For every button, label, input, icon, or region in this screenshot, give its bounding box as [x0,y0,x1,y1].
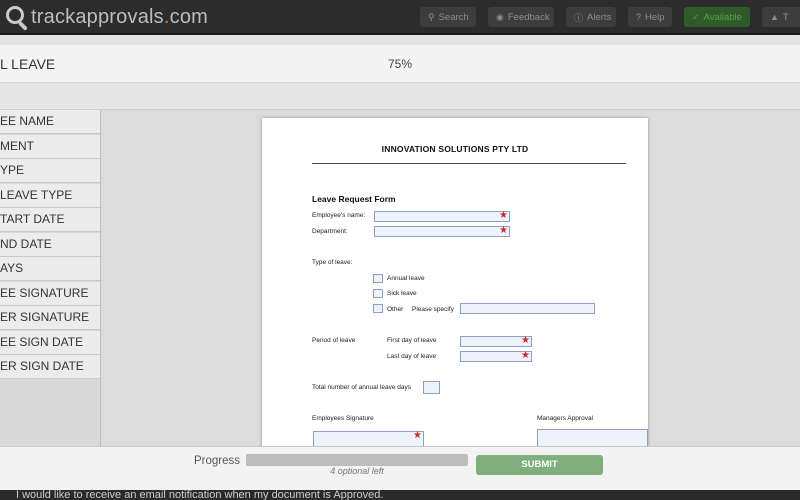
feedback-button[interactable]: ◉ Feedback [488,7,554,27]
site-logo[interactable]: trackapprovals.com [4,3,208,31]
last-day-label: Last day of leave [387,353,437,360]
first-day-field[interactable]: ★ [460,335,532,347]
field-item-employee-name[interactable]: EE NAME [0,110,100,134]
department-field[interactable]: ★ [374,225,510,237]
toolbar-strip [0,84,800,110]
employee-name-label: Employee's name: [312,212,366,219]
info-icon: ⓘ [574,12,584,23]
field-item-employee-sign-date[interactable]: EE SIGN DATE [0,330,100,355]
type-of-leave-label: Type of leave: [312,259,353,266]
field-list-sidebar: EE NAME MENT YPE LEAVE TYPE TART DATE ND… [0,110,101,446]
employee-name-field[interactable]: ★ [374,210,510,222]
form-title: Leave Request Form [312,194,396,204]
email-notification-label[interactable]: I would like to receive an email notific… [16,490,383,500]
check-icon: ✓ [692,11,700,22]
field-item-start-date[interactable]: TART DATE [0,208,100,232]
period-of-leave-label: Period of leave [312,337,356,344]
magnifier-logo-icon [4,4,30,31]
field-item-manager-signature[interactable]: ER SIGNATURE [0,306,100,330]
alerts-button[interactable]: ⓘ Alerts [566,7,616,27]
required-star-icon: ★ [499,210,508,221]
field-item-type[interactable]: YPE [0,159,100,183]
help-icon: ? [636,12,642,22]
field-item-leave-type[interactable]: LEAVE TYPE [0,183,100,208]
other-leave-checkbox[interactable] [373,304,383,313]
optional-left-text: 4 optional left [330,466,384,476]
user-menu-button[interactable]: ▲ T [762,7,800,27]
managers-approval-label: Managers Approval [537,415,594,422]
required-star-icon: ★ [521,350,530,361]
field-item-end-date[interactable]: ND DATE [0,232,100,257]
field-item-days[interactable]: AYS [0,257,100,281]
managers-approval-field[interactable] [537,429,648,446]
help-button[interactable]: ? Help [628,7,672,27]
please-specify-label: Please specify [412,306,454,313]
annual-leave-checkbox[interactable] [373,274,383,283]
progress-bar [246,454,468,466]
zoom-level[interactable]: 75% [388,57,412,71]
sick-leave-label: Sick leave [387,290,417,297]
required-star-icon: ★ [413,430,422,441]
first-day-label: First day of leave [387,337,437,344]
chat-icon: ◉ [496,11,504,22]
last-day-field[interactable]: ★ [460,350,532,362]
other-leave-label: Other [387,306,404,313]
top-navigation-bar: trackapprovals.com ⚲ Search ◉ Feedback ⓘ… [0,0,800,35]
progress-label: Progress [194,455,241,467]
header-divider [312,163,626,164]
notification-option-row: I would like to receive an email notific… [0,490,800,500]
submission-bar: Progress 4 optional left SUBMIT [0,446,800,490]
document-title: L LEAVE [0,56,56,72]
annual-leave-label: Annual leave [387,275,425,282]
total-days-label: Total number of annual leave days [312,384,412,391]
employee-signature-label: Employees Signature [312,415,374,422]
total-days-field[interactable] [423,381,440,394]
field-item-department[interactable]: MENT [0,134,100,159]
form-page: INNOVATION SOLUTIONS PTY LTD Leave Reque… [262,118,648,446]
company-name: INNOVATION SOLUTIONS PTY LTD [381,144,529,154]
field-item-employee-signature[interactable]: EE SIGNATURE [0,281,100,306]
availability-status-button[interactable]: ✓ Available [684,7,750,27]
required-star-icon: ★ [521,335,530,346]
document-title-bar: L LEAVE 75% [0,45,800,83]
logo-text: trackapprovals.com [31,5,209,28]
employee-signature-field[interactable]: ★ [313,430,424,446]
sick-leave-checkbox[interactable] [373,289,383,298]
user-icon: ▲ [770,12,779,22]
submit-button[interactable]: SUBMIT [476,455,603,475]
search-icon: ⚲ [428,11,435,22]
please-specify-field[interactable] [460,303,595,314]
search-button[interactable]: ⚲ Search [420,7,476,27]
field-item-manager-sign-date[interactable]: ER SIGN DATE [0,355,100,379]
department-label: Department: [312,228,348,235]
required-star-icon: ★ [499,225,508,236]
document-viewer: INNOVATION SOLUTIONS PTY LTD Leave Reque… [101,110,800,446]
